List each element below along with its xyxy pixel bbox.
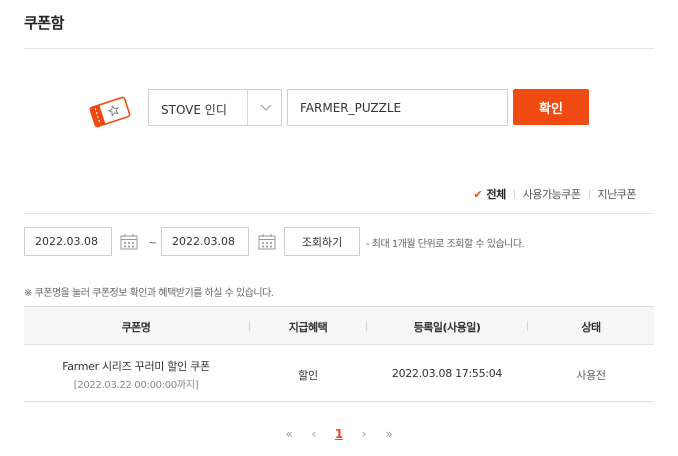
page-number-current[interactable]: 1: [335, 427, 343, 441]
next-page-button[interactable]: ›: [362, 427, 367, 441]
check-icon: ✔: [473, 187, 483, 201]
coupon-registered-date: 2022.03.08 17:55:04: [391, 367, 503, 380]
platform-select-value: STOVE 인디: [161, 103, 227, 117]
filter-all[interactable]: 전체: [487, 186, 507, 202]
filter-available[interactable]: 사용가능쿠폰: [523, 186, 581, 202]
end-date-input[interactable]: [161, 227, 249, 256]
last-page-button[interactable]: »: [385, 427, 392, 441]
filter-separator: [588, 189, 590, 199]
start-date-input[interactable]: [24, 227, 112, 256]
table-row: Farmer 시리즈 꾸러미 할인 쿠폰 [2022.03.22 00:00:0…: [24, 345, 654, 402]
select-divider: [247, 90, 248, 125]
first-page-button[interactable]: «: [285, 427, 292, 441]
platform-select[interactable]: STOVE 인디: [148, 89, 282, 126]
search-button[interactable]: 조회하기: [284, 227, 360, 256]
coupon-status: 사용전: [576, 369, 606, 382]
coupon-info-note: ※ 쿠폰명을 눌러 쿠폰정보 확인과 혜택받기를 하실 수 있습니다.: [24, 288, 274, 299]
confirm-button[interactable]: 확인: [513, 89, 589, 125]
chevron-down-icon[interactable]: [259, 103, 273, 113]
column-header-status: 상태: [581, 321, 601, 334]
column-header-registered: 등록일(사용일): [413, 321, 481, 334]
calendar-icon[interactable]: [258, 233, 276, 250]
coupon-ticket-icon: [89, 96, 131, 128]
coupon-expiry: [2022.03.22 00:00:00까지]: [73, 380, 199, 391]
filter-expired[interactable]: 지난쿠폰: [598, 186, 637, 202]
title-divider: [24, 48, 654, 49]
column-separator: [366, 321, 367, 331]
column-header-benefit: 지급혜택: [288, 321, 328, 334]
coupon-benefit: 할인: [298, 369, 318, 382]
column-separator: [527, 321, 528, 331]
column-header-name: 쿠폰명: [121, 321, 151, 334]
coupon-filter-tabs: ✔ 전체 사용가능쿠폰 지난쿠폰: [473, 186, 636, 202]
coupon-table-header: 쿠폰명 지급혜택 등록일(사용일) 상태: [24, 306, 654, 345]
filter-divider: [24, 213, 654, 214]
coupon-name-link[interactable]: Farmer 시리즈 꾸러미 할인 쿠폰: [62, 358, 210, 374]
column-separator: [249, 321, 250, 331]
prev-page-button[interactable]: ‹: [312, 427, 317, 441]
filter-separator: [513, 189, 515, 199]
coupon-code-input[interactable]: [287, 89, 508, 126]
calendar-icon[interactable]: [120, 233, 138, 250]
date-range-separator: ~: [148, 236, 158, 249]
date-range-note: - 최대 1개월 단위로 조회할 수 있습니다.: [366, 239, 525, 250]
page-title: 쿠폰함: [24, 14, 64, 32]
